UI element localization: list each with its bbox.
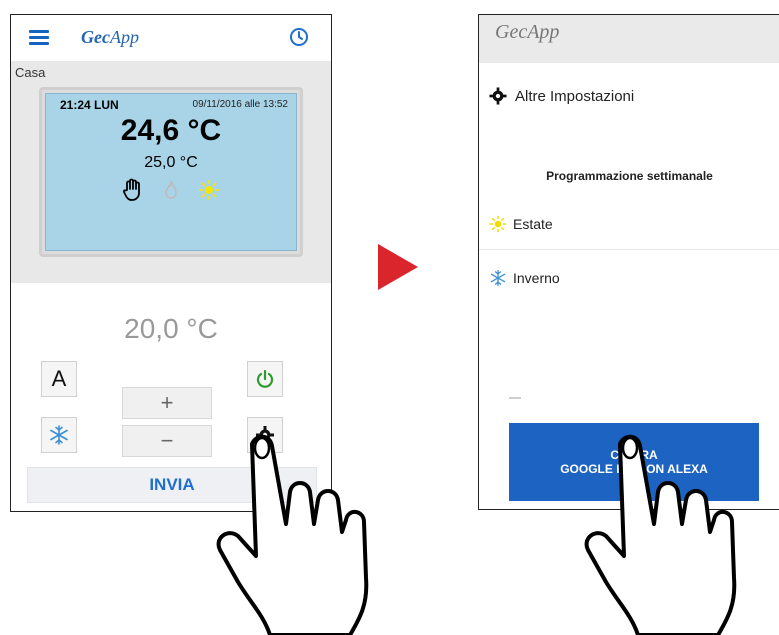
other-settings-label: Altre Impostazioni xyxy=(515,87,635,105)
flame-icon xyxy=(165,180,177,199)
setpoint-value: 20,0 °C xyxy=(124,313,218,344)
hand-icon xyxy=(122,178,140,201)
auto-mode-button[interactable]: A xyxy=(41,361,77,397)
app-bar: GecApp xyxy=(479,15,779,63)
pointing-hand-icon xyxy=(584,434,737,635)
snowflake-icon xyxy=(490,269,506,287)
divider xyxy=(509,397,521,399)
snowflake-icon xyxy=(50,425,68,445)
room-label: Casa xyxy=(15,65,46,80)
app-logo: GecApp xyxy=(495,21,560,43)
summer-program-item[interactable]: Estate xyxy=(489,215,553,233)
winter-mode-button[interactable] xyxy=(41,417,77,453)
display-last-update: 09/11/2016 alle 13:52 xyxy=(192,99,288,110)
mode-icons xyxy=(46,178,296,202)
gear-icon xyxy=(489,87,507,105)
other-settings-item[interactable]: Altre Impostazioni xyxy=(489,87,634,105)
increase-button[interactable]: + xyxy=(122,387,212,419)
clock-icon[interactable] xyxy=(289,27,309,47)
decrease-button[interactable]: − xyxy=(122,425,212,457)
weekly-program-heading: Programmazione settimanale xyxy=(546,169,713,183)
thermostat-frame: 21:24 LUN 09/11/2016 alle 13:52 24,6 °C … xyxy=(39,87,303,257)
sun-icon xyxy=(489,215,507,233)
sun-icon xyxy=(199,180,220,200)
app-logo: GecApp xyxy=(81,27,139,47)
winter-program-item[interactable]: Inverno xyxy=(489,269,560,287)
summer-label: Estate xyxy=(513,216,553,232)
thermostat-display: 21:24 LUN 09/11/2016 alle 13:52 24,6 °C … xyxy=(45,93,297,251)
power-icon xyxy=(256,369,274,388)
target-temperature: 25,0 °C xyxy=(144,154,198,171)
app-bar: GecApp xyxy=(11,15,331,61)
room-panel: Casa 21:24 LUN 09/11/2016 alle 13:52 24,… xyxy=(11,61,331,283)
menu-icon[interactable] xyxy=(29,30,49,45)
divider xyxy=(479,249,779,250)
winter-label: Inverno xyxy=(513,270,560,286)
power-button[interactable] xyxy=(247,361,283,397)
arrow-right-icon xyxy=(378,244,418,290)
display-time: 21:24 LUN xyxy=(60,98,119,112)
pointing-hand-icon xyxy=(216,434,369,635)
current-temperature: 24,6 °C xyxy=(120,114,222,147)
